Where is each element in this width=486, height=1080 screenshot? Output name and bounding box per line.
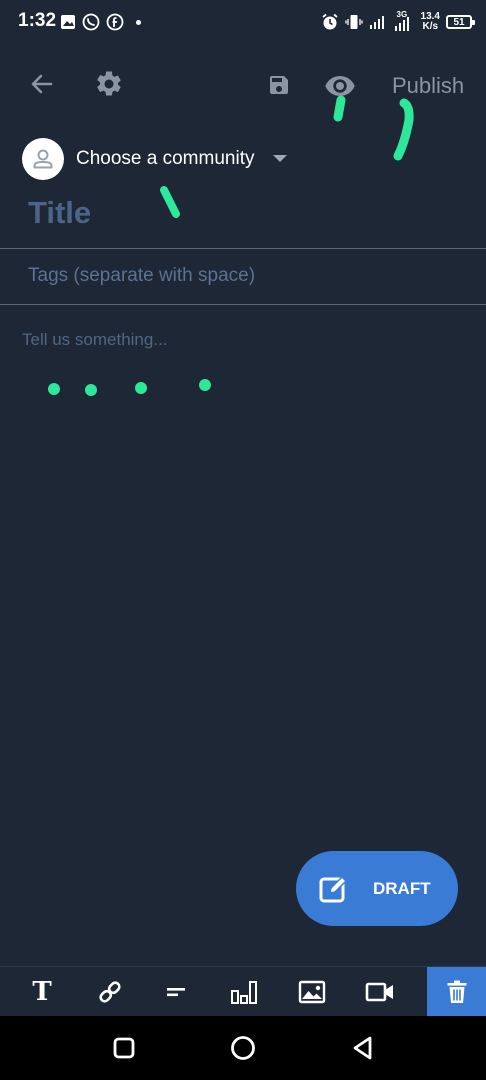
video-icon <box>365 982 393 1002</box>
system-navigation-bar <box>0 1016 486 1080</box>
home-circle-icon <box>231 1036 255 1060</box>
dropdown-caret-icon[interactable] <box>273 155 287 162</box>
edit-icon <box>319 876 347 903</box>
community-avatar[interactable] <box>22 138 64 180</box>
battery-indicator: 51 <box>446 15 475 29</box>
annotation-dot <box>135 382 147 394</box>
text-format-button[interactable]: T <box>24 967 60 1017</box>
body-textarea[interactable]: Tell us something... <box>22 330 168 350</box>
more-notifications-dot <box>136 19 141 25</box>
text-align-button[interactable] <box>158 967 194 1017</box>
annotation-dot <box>85 384 97 396</box>
status-time: 1:32 <box>18 10 57 31</box>
whatsapp-notification-icon <box>82 13 100 31</box>
community-selector[interactable]: Choose a community <box>76 148 254 170</box>
link-icon <box>99 981 121 1003</box>
annotation-stroke-publish <box>393 98 414 161</box>
tags-divider <box>0 304 486 305</box>
draft-button[interactable]: DRAFT <box>296 851 458 926</box>
text-align-icon <box>167 988 185 997</box>
person-icon <box>33 149 53 169</box>
status-right: 3G 13.4 K/s 51 <box>321 8 475 36</box>
format-toolbar: T <box>0 966 486 1017</box>
home-button[interactable] <box>229 1034 257 1062</box>
back-button[interactable] <box>24 66 60 102</box>
signal-3g: 3G <box>393 10 415 31</box>
eye-icon <box>325 76 355 96</box>
recents-button[interactable] <box>112 1036 136 1060</box>
notification-icons <box>60 12 141 32</box>
annotation-dot <box>48 383 60 395</box>
net-speed-unit: K/s <box>422 21 439 32</box>
preview-button[interactable] <box>322 68 358 104</box>
net-speed: 13.4 K/s <box>421 12 440 32</box>
recents-square-icon <box>113 1037 135 1059</box>
save-icon <box>270 76 288 94</box>
back-nav-button[interactable] <box>350 1034 376 1062</box>
alarm-icon <box>321 13 338 30</box>
status-bar: 1:32 3G 13.4 K/s 51 <box>0 0 486 44</box>
gallery-notification-icon <box>61 15 75 29</box>
image-icon <box>298 980 326 1004</box>
publish-button[interactable]: Publish <box>392 73 464 99</box>
back-arrow-icon <box>31 74 53 94</box>
link-button[interactable] <box>92 967 128 1017</box>
image-button[interactable] <box>294 967 330 1017</box>
vibrate-icon <box>344 15 363 29</box>
text-format-icon: T <box>32 977 52 1007</box>
signal-icon <box>369 16 384 29</box>
trash-icon <box>447 980 466 1003</box>
delete-button[interactable] <box>427 967 486 1017</box>
poll-button[interactable] <box>226 967 262 1017</box>
back-triangle-icon <box>353 1036 372 1060</box>
facebook-notification-icon <box>106 13 124 31</box>
title-input[interactable]: Title <box>28 195 91 231</box>
tags-input[interactable]: Tags (separate with space) <box>28 265 255 287</box>
settings-button[interactable] <box>91 66 127 102</box>
video-button[interactable] <box>362 967 398 1017</box>
title-divider <box>0 248 486 249</box>
save-button[interactable] <box>262 68 296 102</box>
draft-label: DRAFT <box>373 879 431 898</box>
annotation-dot <box>199 379 211 391</box>
gear-icon <box>97 71 121 96</box>
annotation-stroke-title <box>160 186 180 218</box>
signal-3g-icon <box>394 17 409 31</box>
battery-level: 51 <box>453 16 465 28</box>
poll-icon <box>231 981 257 1004</box>
